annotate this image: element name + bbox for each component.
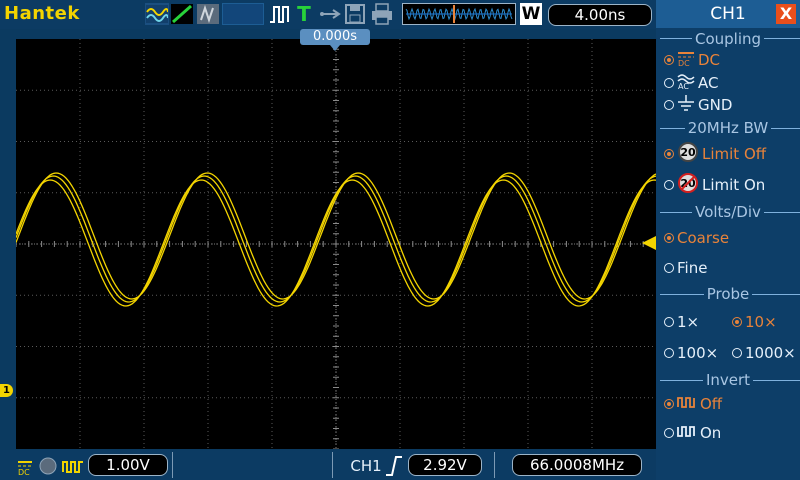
- coupling-dc-option[interactable]: DC DC: [664, 50, 720, 70]
- ch1-menu-panel: CH1 X Coupling DC DC AC AC GND 20MHz BW …: [656, 0, 800, 480]
- bw-limit-off-option[interactable]: 20 Limit Off: [664, 141, 767, 164]
- trigger-edge-icon[interactable]: [268, 3, 292, 25]
- svg-text:AC: AC: [678, 82, 689, 89]
- bw-on-icon: 20: [677, 172, 699, 199]
- invert-on-label: On: [700, 424, 722, 442]
- volts-fine-option[interactable]: Fine: [664, 258, 707, 278]
- save-icon[interactable]: [344, 3, 366, 25]
- ch1-volts-readout[interactable]: 1.00V: [88, 454, 168, 476]
- probe-1x-label: 1×: [677, 313, 700, 331]
- divider: [494, 452, 495, 478]
- probe-10x-option[interactable]: 10×: [732, 312, 777, 332]
- coupling-dc-label: DC: [698, 51, 721, 69]
- bw-limit-off-label: Limit Off: [702, 145, 767, 163]
- radio-selected-icon: [664, 149, 674, 159]
- radio-selected-icon: [732, 317, 742, 327]
- ac-icon: AC: [677, 73, 695, 94]
- coupling-gnd-option[interactable]: GND: [664, 94, 733, 116]
- radio-unselected-icon: [664, 317, 674, 327]
- bandwidth-limit-icon: [38, 455, 58, 477]
- radio-unselected-icon: [664, 428, 674, 438]
- rising-edge-icon: [384, 455, 404, 477]
- trigger-level-readout[interactable]: 2.92V: [408, 454, 482, 476]
- invert-off-option[interactable]: Off: [664, 394, 722, 414]
- frequency-readout: 66.0008MHz: [512, 454, 642, 476]
- volts-coarse-option[interactable]: Coarse: [664, 228, 729, 248]
- divider: [332, 452, 333, 478]
- print-icon[interactable]: [370, 3, 394, 25]
- memory-overview-bar[interactable]: [402, 3, 516, 25]
- volts-coarse-label: Coarse: [677, 229, 730, 247]
- radio-unselected-icon: [664, 78, 674, 88]
- bw-off-icon-text: 20: [680, 146, 696, 159]
- close-button[interactable]: X: [776, 4, 796, 24]
- trigger-source-label: CH1: [350, 457, 382, 475]
- radio-selected-icon: [664, 399, 674, 409]
- probe-10x-label: 10×: [745, 313, 777, 331]
- probe-1000x-label: 1000×: [745, 344, 796, 362]
- volts-title: Volts/Div: [692, 203, 764, 221]
- waveform-display[interactable]: [15, 38, 657, 450]
- trigger-position-marker[interactable]: 0.000s: [300, 29, 370, 51]
- invert-on-icon: [677, 423, 697, 443]
- probe-1000x-option[interactable]: 1000×: [732, 343, 796, 363]
- radio-unselected-icon: [732, 348, 742, 358]
- time-mode-button[interactable]: W: [520, 3, 542, 25]
- invert-off-icon: [62, 455, 84, 477]
- svg-text:DC: DC: [678, 59, 690, 66]
- bw-limit-on-option[interactable]: 20 Limit On: [664, 172, 766, 195]
- invert-on-option[interactable]: On: [664, 423, 721, 443]
- radio-selected-icon: [664, 233, 674, 243]
- waveform-graticule: [15, 38, 657, 450]
- probe-1x-option[interactable]: 1×: [664, 312, 699, 332]
- coupling-gnd-label: GND: [698, 96, 733, 114]
- radio-unselected-icon: [664, 180, 674, 190]
- invert-off-icon: [677, 394, 697, 414]
- channel-1-marker[interactable]: 1: [0, 384, 13, 397]
- bw-limit-on-label: Limit On: [702, 176, 766, 194]
- radio-unselected-icon: [664, 100, 674, 110]
- acquire-status-box: [222, 3, 264, 25]
- probe-100x-label: 100×: [677, 344, 719, 362]
- radio-unselected-icon: [664, 348, 674, 358]
- invert-title: Invert: [702, 371, 754, 389]
- svg-text:DC: DC: [18, 468, 30, 475]
- probe-title: Probe: [703, 285, 753, 303]
- persistence-icon[interactable]: [196, 3, 220, 25]
- bw-title: 20MHz BW: [684, 119, 772, 137]
- coupling-ac-option[interactable]: AC AC: [664, 73, 718, 93]
- radio-unselected-icon: [664, 263, 674, 273]
- volts-fine-label: Fine: [677, 259, 708, 277]
- bw-off-icon: 20: [677, 141, 699, 168]
- divider: [172, 452, 173, 478]
- coupling-title: Coupling: [691, 30, 765, 48]
- invert-off-label: Off: [700, 395, 723, 413]
- line-mode-icon[interactable]: [170, 3, 194, 25]
- usb-icon[interactable]: [318, 3, 342, 25]
- trigger-status-indicator: T: [297, 2, 311, 26]
- probe-100x-option[interactable]: 100×: [664, 343, 718, 363]
- coupling-ac-label: AC: [698, 74, 719, 92]
- radio-selected-icon: [664, 55, 674, 65]
- dc-coupling-icon: DC: [16, 455, 34, 477]
- trigger-level-marker[interactable]: [642, 236, 656, 250]
- timebase-readout[interactable]: 4.00ns: [548, 4, 652, 26]
- dc-icon: DC: [677, 50, 695, 71]
- brand-logo: Hantek: [4, 3, 80, 24]
- waveform-mode-icon[interactable]: [145, 3, 169, 25]
- ground-icon: [677, 94, 695, 116]
